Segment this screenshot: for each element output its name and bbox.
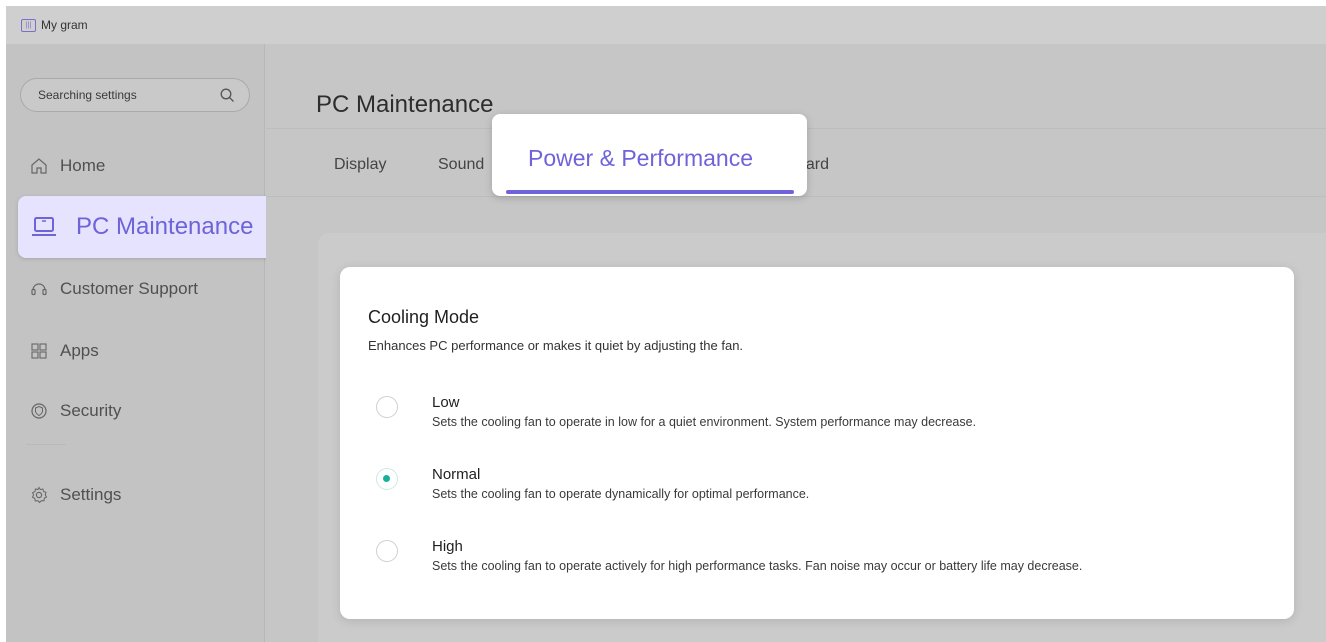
search-icon[interactable] xyxy=(220,88,235,103)
option-label: Normal xyxy=(432,466,481,483)
sidebar-item-label: Home xyxy=(60,156,106,175)
title-bar: ||| My gram xyxy=(6,6,1326,44)
tab-power-performance[interactable]: Power & Performance xyxy=(492,114,807,196)
option-description: Sets the cooling fan to operate in low f… xyxy=(432,415,977,429)
sidebar-item-pc-maintenance[interactable]: PC Maintenance xyxy=(18,196,283,258)
tab-active-label: Power & Performance xyxy=(528,145,753,171)
radio-high[interactable] xyxy=(376,540,398,562)
sidebar-item-label: Settings xyxy=(60,485,122,504)
radio-normal[interactable] xyxy=(376,468,398,490)
sidebar-divider xyxy=(26,444,66,445)
sidebar-item-label: Apps xyxy=(60,341,99,360)
sidebar: Searching settings Home PC Maintenance C… xyxy=(6,44,283,642)
sidebar-item-label: Customer Support xyxy=(60,279,198,298)
tab-display[interactable]: Display xyxy=(334,156,386,174)
sidebar-item-customer-support[interactable]: Customer Support xyxy=(18,258,283,320)
sidebar-item-label: PC Maintenance xyxy=(76,213,254,240)
tab-sound[interactable]: Sound xyxy=(438,156,484,174)
cooling-mode-card: Cooling Mode Enhances PC performance or … xyxy=(340,267,1294,619)
page-title: PC Maintenance xyxy=(316,91,494,118)
radio-low[interactable] xyxy=(376,396,398,418)
search-placeholder: Searching settings xyxy=(38,88,137,102)
shield-icon xyxy=(30,402,48,420)
gear-icon xyxy=(30,486,48,504)
sidebar-item-home[interactable]: Home xyxy=(18,135,283,197)
app-window: ||| My gram Searching settings Home PC M… xyxy=(6,6,1326,642)
sidebar-item-apps[interactable]: Apps xyxy=(18,320,283,382)
tab-divider xyxy=(266,196,1326,197)
app-logo-icon: ||| xyxy=(21,18,36,32)
active-tab-indicator xyxy=(506,190,794,194)
laptop-icon xyxy=(30,215,58,239)
cooling-mode-title: Cooling Mode xyxy=(368,307,480,327)
option-description: Sets the cooling fan to operate dynamica… xyxy=(432,487,810,501)
grid-icon xyxy=(30,342,48,360)
app-title: My gram xyxy=(41,18,88,32)
cooling-mode-description: Enhances PC performance or makes it quie… xyxy=(368,338,744,353)
sidebar-item-security[interactable]: Security xyxy=(18,380,283,442)
home-icon xyxy=(30,157,48,175)
headset-icon xyxy=(30,280,48,298)
main-content: PC Maintenance Display Sound oard Power … xyxy=(266,44,1326,642)
option-label: High xyxy=(432,538,463,555)
option-description: Sets the cooling fan to operate actively… xyxy=(432,559,1083,573)
sidebar-item-settings[interactable]: Settings xyxy=(18,464,283,526)
option-label: Low xyxy=(432,394,460,411)
search-input[interactable]: Searching settings xyxy=(20,78,250,112)
sidebar-item-label: Security xyxy=(60,401,122,420)
